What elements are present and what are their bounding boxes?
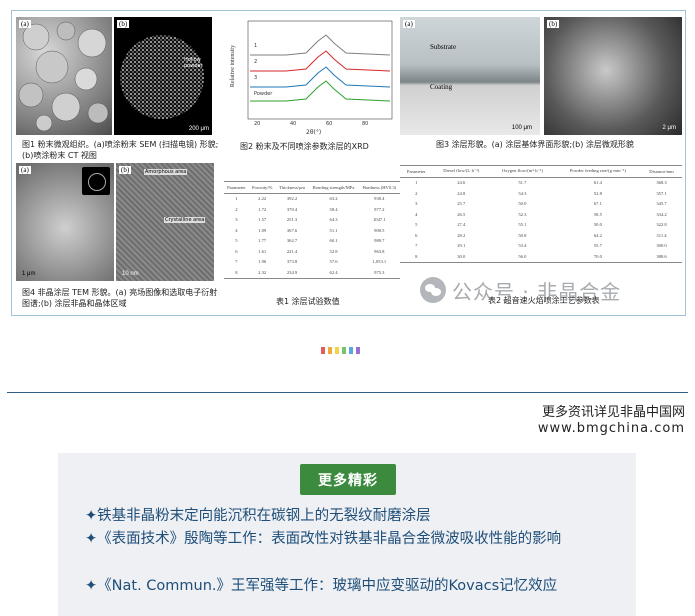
diffraction-pattern-icon: [82, 167, 110, 195]
dot: [321, 347, 325, 354]
fig4-caption: 图4 非晶涂层 TEM 形貌。(a) 亮场图像和选取电子衍射图谱;(b) 涂层非…: [22, 288, 218, 308]
xrd-xlabel: 2θ(°): [306, 129, 322, 136]
table-row: 1 24.6 51.7 61.4 368.3: [415, 180, 667, 186]
dot: [349, 347, 353, 354]
table-row: 8 2.32 234.9 62.4 975.3: [224, 267, 400, 279]
dot: [328, 347, 332, 354]
fig3b-micro-image: (b) 2 μm: [544, 17, 682, 135]
table-row: 7 29.1 53.4 55.7 300.0: [415, 243, 667, 249]
table-row: 2 24.8 54.3 52.8 357.1: [415, 190, 667, 196]
fig4b-scalebar: 10 nm: [122, 271, 139, 277]
fig1b-tag: (b): [117, 20, 130, 28]
xrd-xtick-60: 60: [326, 121, 333, 127]
curve-label-3: 3: [254, 75, 258, 81]
wechat-icon: [420, 277, 446, 303]
color-dots-separator: [321, 347, 360, 354]
fig4a-tem-image: (a) 1 μm: [16, 163, 114, 281]
fig3b-scalebar: 2 μm: [662, 125, 676, 131]
amorphous-area-label: Amorphous area: [144, 169, 188, 175]
section-divider: [7, 392, 688, 393]
fig1b-scalebar: 200 μm: [188, 126, 209, 132]
fig3a-interface-image: (a) Substrate Coating 100 μm: [400, 17, 540, 135]
fig1a-tag: (a): [19, 20, 31, 28]
more-link-1[interactable]: ✦铁基非晶粉末定向能沉积在碳钢上的无裂纹耐磨涂层: [85, 505, 625, 527]
xrd-xtick-40: 40: [290, 121, 297, 127]
t2-header: Diesel flow/(L·h⁻¹): [432, 165, 491, 178]
ct-sphere: [120, 35, 204, 119]
watermark-text: 公众号 · 非晶合金: [452, 279, 622, 304]
table-row: 8 30.0 56.0 70.0 388.6: [400, 251, 682, 263]
more-link-2[interactable]: ✦《表面技术》殷陶等工作：表面改性对铁基非晶合金微波吸收性能的影响: [85, 528, 625, 550]
t1-header: Parameter: [224, 181, 249, 194]
table1-caption: 表1 涂层试验数值: [276, 297, 340, 306]
source-url[interactable]: www.bmgchina.com: [538, 421, 685, 436]
powder-spheres: [18, 21, 109, 132]
fig1b-ct-image: (b) Hollow powder 200 μm: [114, 17, 212, 135]
figure-panel: (a) (b) Hollow powder 200 μm 图1 粉末微观组织。(…: [11, 10, 686, 316]
table-row: 7 1.96 373.8 57.6 1,053.1: [235, 259, 387, 265]
t1-header: Porosity/%: [248, 181, 276, 194]
dot: [342, 347, 346, 354]
t1-header: Thickness/μm: [275, 181, 309, 194]
dot: [335, 347, 339, 354]
curve-label-2: 2: [254, 59, 258, 65]
table-row: 3 25.7 50.0 67.1 345.7: [415, 201, 667, 207]
fig3b-tag: (b): [547, 20, 560, 28]
wechat-watermark: 公众号 · 非晶合金: [420, 275, 670, 305]
table-row: 4 1.09 367.6 51.1 900.5: [235, 227, 385, 233]
table-row: 4 26.5 52.3 58.5 334.2: [415, 211, 667, 217]
fig1-caption: 图1 粉末微观组织。(a)喷涂粉末 SEM (扫描电镜) 形貌;(b)喷涂粉末 …: [22, 140, 219, 160]
table-row: 2 1.72 370.4 58.4 977.2: [235, 206, 385, 212]
crystalline-area-label: Crystalline area: [164, 217, 206, 223]
curve-label-1: 1: [254, 43, 258, 49]
table-row: 5 1.77 362.7 60.1 980.7: [235, 238, 385, 244]
fig3a-tag: (a): [403, 20, 415, 28]
xrd-xtick-80: 80: [362, 121, 369, 127]
table-row: 3 1.57 251.3 64.3 1047.1: [235, 217, 386, 223]
fig3-caption: 图3 涂层形貌。(a) 涂层基体界面形貌;(b) 涂层微观形貌: [436, 140, 634, 149]
source-line-1: 更多资讯详见非晶中国网: [541, 405, 685, 420]
fig2-xrd-chart: Relative intensity 1 2 3 Powder 20 40 60…: [226, 15, 398, 139]
more-link-3[interactable]: ✦《Nat. Commun.》王军强等工作：玻璃中应变驱动的Kovacs记忆效应: [85, 575, 625, 597]
fig4b-tag: (b): [119, 166, 132, 174]
table1: Parameter Porosity/% Thickness/μm Bondin…: [224, 181, 400, 279]
t1-header: Hardness (HV0.3): [358, 181, 400, 194]
table-row: 6 28.2 50.8 64.2 311.4: [415, 232, 667, 238]
xrd-xtick-20: 20: [254, 121, 261, 127]
t2-header: Distance/mm: [641, 165, 682, 178]
xrd-ylabel: Relative intensity: [230, 44, 237, 88]
hollow-powder-label: Hollow powder: [184, 57, 203, 69]
t2-header: Powder feeding rate/(g·min⁻¹): [554, 165, 642, 178]
table-row: 1 2.22 392.2 63.2 930.4: [235, 196, 385, 202]
curve-label-powder: Powder: [254, 91, 273, 97]
fig1a-sem-image: (a): [16, 17, 112, 135]
fig4a-tag: (a): [19, 166, 31, 174]
more-badge: 更多精彩: [300, 464, 396, 495]
xrd-svg: [247, 20, 393, 120]
table-row: 5 27.4 55.1 50.0 322.8: [415, 222, 667, 228]
t1-header: Bonding strength/MPa: [308, 181, 359, 194]
table-row: 6 1.61 221.4 52.8 963.8: [235, 248, 385, 254]
table2: Parameter Diesel flow/(L·h⁻¹) Oxygen flo…: [400, 165, 682, 263]
substrate-label: Substrate: [430, 43, 457, 51]
fig4a-scalebar: 1 μm: [22, 271, 36, 277]
more-reading-box: 更多精彩 ✦铁基非晶粉末定向能沉积在碳钢上的无裂纹耐磨涂层 ✦《表面技术》殷陶等…: [58, 453, 636, 616]
fig3a-scalebar: 100 μm: [511, 125, 532, 131]
coating-label: Coating: [430, 83, 453, 91]
dot: [356, 347, 360, 354]
t2-header: Parameter: [400, 165, 433, 178]
fig4b-hrtem-image: (b) Amorphous area Crystalline area 10 n…: [116, 163, 214, 281]
t2-header: Oxygen flow/(m³·h⁻¹): [490, 165, 555, 178]
fig2-caption: 图2 粉末及不同喷涂参数涂层的XRD: [240, 142, 369, 151]
